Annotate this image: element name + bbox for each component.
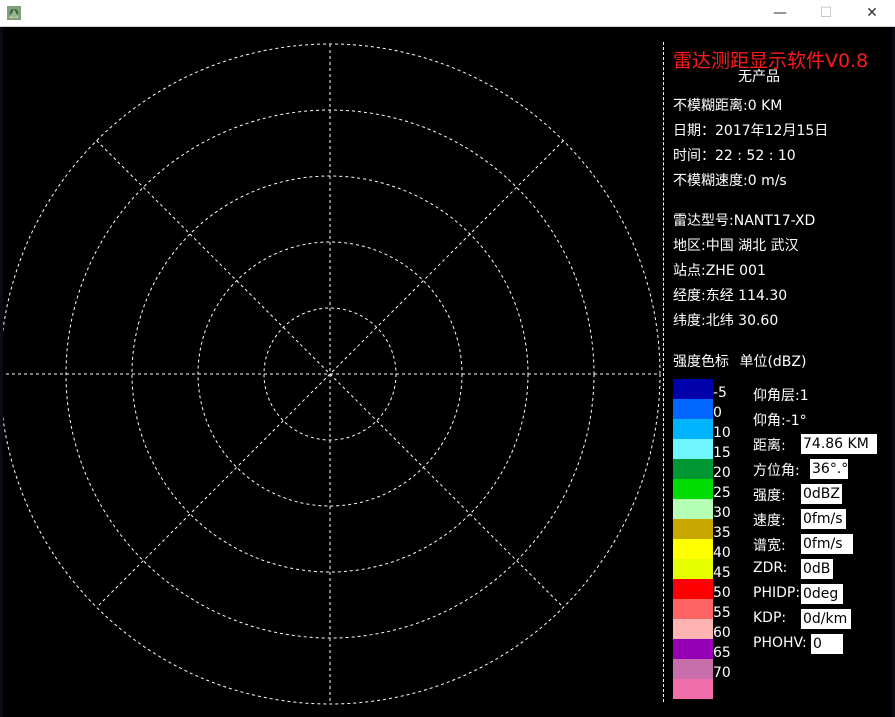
radar-model: 雷达型号:NANT17-XD bbox=[673, 213, 816, 229]
date-label: 日期：2017年12月15日 bbox=[673, 123, 829, 139]
region-label: 地区:中国 湖北 武汉 bbox=[673, 238, 799, 254]
velocity-label: 速度: bbox=[753, 513, 786, 529]
color-scale-swatch bbox=[673, 679, 713, 699]
phidp-field[interactable]: 0deg bbox=[801, 584, 843, 604]
unambiguous-velocity: 不模糊速度:0 m/s bbox=[673, 173, 787, 189]
color-scale-swatch bbox=[673, 519, 713, 539]
panel-divider bbox=[663, 42, 664, 702]
zdr-field[interactable]: 0dB bbox=[801, 559, 833, 579]
color-scale-swatch bbox=[673, 499, 713, 519]
spectrum-width-label: 谱宽: bbox=[753, 538, 786, 554]
color-scale-swatch bbox=[673, 439, 713, 459]
distance-label: 距离: bbox=[753, 438, 786, 454]
color-scale-label: 40 bbox=[713, 545, 731, 561]
color-scale-swatch bbox=[673, 579, 713, 599]
color-scale-label: 15 bbox=[713, 445, 731, 461]
color-scale-header: 强度色标 单位(dBZ) bbox=[673, 351, 812, 371]
color-scale-swatch bbox=[673, 539, 713, 559]
color-scale-swatch bbox=[673, 379, 713, 399]
color-scale-swatch bbox=[673, 419, 713, 439]
color-scale-swatch bbox=[673, 459, 713, 479]
color-scale-unit: 单位(dBZ) bbox=[739, 354, 807, 370]
color-scale-label: 25 bbox=[713, 485, 731, 501]
unambiguous-range: 不模糊距离:0 KM bbox=[673, 98, 783, 114]
minimize-button[interactable]: — bbox=[757, 0, 803, 26]
kdp-label: KDP: bbox=[753, 610, 787, 626]
app-icon bbox=[7, 6, 21, 20]
color-scale-label: 30 bbox=[713, 505, 731, 521]
latitude-label: 纬度:北纬 30.60 bbox=[673, 313, 779, 329]
intensity-label: 强度: bbox=[753, 488, 786, 504]
color-scale-title: 强度色标 bbox=[673, 354, 729, 370]
distance-field[interactable]: 74.86 KM bbox=[801, 434, 877, 454]
color-scale-swatch bbox=[673, 659, 713, 679]
color-scale-swatch bbox=[673, 479, 713, 499]
color-scale-label: 55 bbox=[713, 605, 731, 621]
color-scale-label: 10 bbox=[713, 425, 731, 441]
velocity-field[interactable]: 0fm/s bbox=[801, 509, 846, 529]
elevation-layer: 仰角层:1 bbox=[753, 388, 809, 404]
phohv-label: PHOHV: bbox=[753, 635, 807, 651]
product-label: 无产品 bbox=[738, 69, 780, 85]
color-scale-swatch bbox=[673, 599, 713, 619]
color-scale-label: -5 bbox=[713, 385, 727, 401]
color-scale-label: 35 bbox=[713, 525, 731, 541]
intensity-field[interactable]: 0dBZ bbox=[801, 484, 842, 504]
close-button[interactable]: ✕ bbox=[849, 0, 895, 26]
color-scale-label: 0 bbox=[713, 405, 722, 421]
maximize-button[interactable]: ☐ bbox=[803, 0, 849, 26]
longitude-label: 经度:东经 114.30 bbox=[673, 288, 788, 304]
station-label: 站点:ZHE 001 bbox=[673, 263, 766, 279]
color-scale-label: 60 bbox=[713, 625, 731, 641]
color-scale-swatch bbox=[673, 639, 713, 659]
radar-ppi-display[interactable] bbox=[3, 27, 661, 715]
color-scale-label: 70 bbox=[713, 665, 731, 681]
color-scale-swatch bbox=[673, 559, 713, 579]
time-label: 时间：22 : 52 : 10 bbox=[673, 148, 796, 164]
phohv-field[interactable]: 0 bbox=[811, 634, 843, 654]
color-scale-label: 50 bbox=[713, 585, 731, 601]
zdr-label: ZDR: bbox=[753, 560, 788, 576]
azimuth-field[interactable]: 36°.° bbox=[810, 459, 848, 479]
title-bar: — ☐ ✕ bbox=[0, 0, 895, 27]
elevation-angle: 仰角:-1° bbox=[753, 413, 807, 429]
color-scale-label: 45 bbox=[713, 565, 731, 581]
color-scale-label: 65 bbox=[713, 645, 731, 661]
color-scale-swatch bbox=[673, 619, 713, 639]
color-scale-label: 20 bbox=[713, 465, 731, 481]
phidp-label: PHIDP: bbox=[753, 585, 801, 601]
kdp-field[interactable]: 0d/km bbox=[801, 609, 851, 629]
spectrum-width-field[interactable]: 0fm/s bbox=[801, 534, 853, 554]
color-scale-swatch bbox=[673, 399, 713, 419]
azimuth-label: 方位角: bbox=[753, 463, 800, 479]
